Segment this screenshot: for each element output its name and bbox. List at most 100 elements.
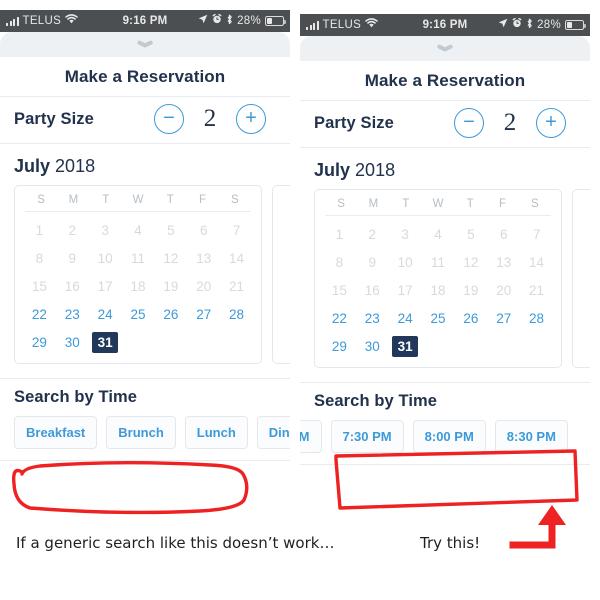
calendar-day: 11 [130, 251, 145, 266]
calendar-day: 21 [229, 279, 245, 294]
time-chip[interactable]: 8:30 PM [494, 420, 568, 453]
time-chip[interactable]: Brunch [106, 416, 176, 449]
status-bar-right: 28% [198, 14, 286, 29]
calendar-days: 1 2 3 4 5 6 7 8 9 10 11 12 13 14 15 16 17 18 19 20 21 22 23 24 2… [23, 220, 253, 353]
search-by-time-title: Search by Time [14, 388, 138, 406]
location-arrow-icon [498, 18, 508, 32]
calendar-day[interactable]: 27 [487, 308, 520, 329]
calendar-day[interactable]: 24 [89, 304, 122, 325]
party-size-label: Party Size [314, 113, 394, 132]
calendar-day[interactable]: 28 [220, 304, 253, 325]
calendar-day[interactable]: 23 [56, 304, 89, 325]
calendar-day: 4 [434, 227, 442, 242]
status-bar: TELUS 9:16 PM 28% [0, 10, 290, 32]
calendar-day[interactable]: 27 [187, 304, 220, 325]
battery-percent-label: 28% [537, 19, 561, 31]
calendar-day: 21 [529, 283, 545, 298]
time-chips-right: PM7:30 PM8:00 PM8:30 PM [300, 411, 590, 465]
calendar-day-empty [220, 332, 253, 353]
decrement-party-button[interactable]: − [454, 108, 484, 138]
time-chip[interactable]: PM [300, 420, 322, 453]
battery-icon [565, 20, 586, 30]
weekday-2: T [102, 194, 110, 206]
month-name: July [14, 156, 51, 176]
sheet-grabber[interactable] [300, 36, 590, 61]
time-chips-left: Breakfast Brunch Lunch Din [0, 407, 290, 461]
decrement-party-button[interactable]: − [154, 104, 184, 134]
sheet-grabber[interactable] [0, 32, 290, 57]
calendar-day: 1 [335, 227, 344, 242]
minus-icon: − [163, 106, 175, 129]
party-size-stepper: − 2 + [154, 104, 276, 134]
bluetooth-icon [226, 14, 233, 29]
calendar-day[interactable]: 30 [56, 332, 89, 353]
search-by-time-section: Search by Time Breakfast Brunch Lunch Din [0, 378, 290, 461]
increment-party-button[interactable]: + [536, 108, 566, 138]
calendar-day: 17 [97, 279, 113, 294]
party-size-value: 2 [503, 109, 517, 136]
weekday-3: W [432, 198, 444, 210]
calendar-day: 15 [331, 283, 347, 298]
calendar-day[interactable]: 29 [323, 336, 356, 357]
calendar-days: 1 2 3 4 5 6 7 8 9 10 11 12 13 14 15 16 17 18 19 20 21 22 23 24 2… [323, 224, 553, 357]
calendar-strip[interactable]: SMTWTFS 1 2 3 4 5 6 7 8 9 10 11 12 13 14 15 16 17 18 19 20 2… [0, 185, 290, 364]
calendar-day[interactable]: 25 [422, 308, 455, 329]
year-value: 2018 [355, 160, 396, 180]
calendar-day[interactable]: 26 [154, 304, 187, 325]
year-value: 2018 [55, 156, 96, 176]
calendar-day: 9 [68, 251, 77, 266]
calendar-day: 18 [430, 283, 446, 298]
time-chip[interactable]: Din [256, 416, 290, 449]
time-chip[interactable]: 7:30 PM [330, 420, 404, 453]
calendar-day[interactable]: 30 [356, 336, 389, 357]
weekday-3: W [132, 194, 144, 206]
party-size-row: Party Size − 2 + [300, 101, 590, 148]
status-bar: TELUS 9:16 PM 28% [300, 14, 590, 36]
calendar-day: 4 [134, 223, 142, 238]
calendar-day-empty [520, 336, 553, 357]
calendar-day[interactable]: 28 [520, 308, 553, 329]
party-size-stepper: − 2 + [454, 108, 576, 138]
alarm-clock-icon [512, 18, 522, 32]
calendar-day[interactable]: 24 [389, 308, 422, 329]
calendar-day: 20 [196, 279, 212, 294]
calendar-day[interactable]: 29 [23, 332, 56, 353]
calendar-card-next[interactable] [572, 189, 590, 368]
time-chip[interactable]: Breakfast [14, 416, 98, 449]
time-chip[interactable]: Lunch [184, 416, 248, 449]
calendar-day-empty [122, 332, 155, 353]
calendar-day[interactable]: 22 [323, 308, 356, 329]
party-size-value: 2 [203, 105, 217, 132]
calendar-day: 7 [232, 223, 241, 238]
weekday-5: F [499, 198, 507, 210]
calendar-strip[interactable]: SMTWTFS 1 2 3 4 5 6 7 8 9 10 11 12 13 14 15 16 17 18 19 20 2… [300, 189, 590, 368]
calendar-day-empty [422, 336, 455, 357]
calendar-day: 16 [64, 279, 80, 294]
calendar-day[interactable]: 31 [392, 336, 419, 357]
calendar-day: 2 [68, 223, 77, 238]
status-bar-right: 28% [498, 18, 586, 33]
calendar-day[interactable]: 31 [92, 332, 119, 353]
calendar-day: 12 [163, 251, 179, 266]
calendar-day-empty [454, 336, 487, 357]
calendar-day: 15 [31, 279, 47, 294]
calendar-day: 5 [167, 223, 175, 238]
calendar-day-empty [154, 332, 187, 353]
calendar-day: 6 [199, 223, 208, 238]
plus-icon: + [545, 110, 557, 133]
phone-panel-left: TELUS 9:16 PM 28% Make a Reservation Par… [0, 10, 290, 525]
calendar-card-next[interactable] [272, 185, 290, 364]
minus-icon: − [463, 110, 475, 133]
phone-panel-right: TELUS 9:16 PM 28% Make a Reservation Par… [300, 14, 590, 526]
weekday-header: SMTWTFS [25, 194, 251, 212]
weekday-0: S [37, 194, 45, 206]
calendar-day: 14 [229, 251, 245, 266]
caption-right: Try this! [420, 534, 481, 552]
calendar-day[interactable]: 26 [454, 308, 487, 329]
calendar-day[interactable]: 23 [356, 308, 389, 329]
increment-party-button[interactable]: + [236, 104, 266, 134]
calendar-day[interactable]: 22 [23, 304, 56, 325]
time-chip[interactable]: 8:00 PM [412, 420, 486, 453]
calendar-day[interactable]: 25 [122, 304, 155, 325]
calendar-day: 10 [97, 251, 113, 266]
